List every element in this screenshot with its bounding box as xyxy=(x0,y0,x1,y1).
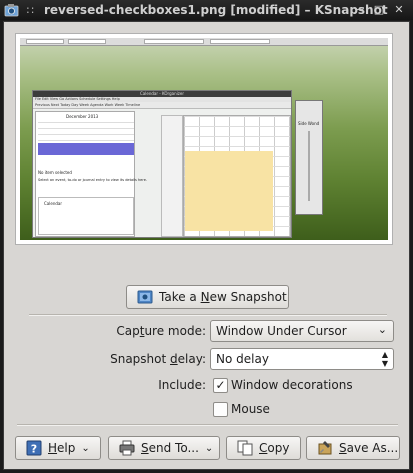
window-titlebar[interactable]: :: reversed-checkboxes1.png [modified] –… xyxy=(0,0,413,20)
window-title: reversed-checkboxes1.png [modified] – KS… xyxy=(44,3,388,17)
chevron-down-icon: ⌄ xyxy=(377,323,387,336)
title-separator: :: xyxy=(26,3,36,16)
save-as-mnemonic: S xyxy=(339,441,347,455)
close-icon[interactable]: ✕ xyxy=(393,4,405,16)
separator-bottom xyxy=(17,424,398,426)
help-button[interactable]: ? Help ⌄ xyxy=(15,436,101,460)
new-snapshot-mnemonic: N xyxy=(200,290,210,304)
window-decorations-label[interactable]: Window decorations xyxy=(231,378,353,392)
svg-text:?: ? xyxy=(31,443,37,456)
spin-arrows-icon[interactable]: ▲ ▼ xyxy=(382,350,388,368)
preview-work-hours xyxy=(185,151,273,231)
capture-mode-value: Window Under Cursor xyxy=(216,324,347,338)
copy-button[interactable]: Copy xyxy=(226,436,301,460)
capture-mode-label: Capture mode: xyxy=(116,324,206,338)
preview-calendar-sidebar: December 2013 No item selected Select an… xyxy=(35,111,147,237)
save-as-label: ave As... xyxy=(346,441,399,455)
preview-calendar-toolbar: Previous Next Today Day Week Agenda Work… xyxy=(33,102,291,109)
preview-taskbar xyxy=(20,38,388,46)
check-mark-icon: ✓ xyxy=(215,378,226,392)
help-mnemonic: H xyxy=(48,441,58,455)
new-snapshot-label-rest: ew Snapshot xyxy=(209,290,287,304)
chevron-down-icon: ⌄ xyxy=(204,442,214,454)
help-book-icon: ? xyxy=(26,440,42,456)
preview-time-column xyxy=(161,115,183,237)
ksnapshot-window: Calendar - KOrganizer File Edit View Go … xyxy=(3,21,410,470)
send-mnemonic: S xyxy=(141,441,149,455)
new-snapshot-button[interactable]: Take a New Snapshot xyxy=(126,285,289,309)
preview-calendar-month: December xyxy=(66,114,87,119)
separator xyxy=(29,314,387,316)
snapshot-preview-frame[interactable]: Calendar - KOrganizer File Edit View Go … xyxy=(15,33,393,245)
preview-calendar-year: 2013 xyxy=(88,114,99,119)
snapshot-preview-image[interactable]: Calendar - KOrganizer File Edit View Go … xyxy=(20,38,388,240)
snapshot-delay-label: Snapshot delay: xyxy=(110,352,206,366)
preview-side-label: Side Wond xyxy=(298,121,320,126)
preview-calendar-window: Calendar - KOrganizer File Edit View Go … xyxy=(32,90,292,238)
ksnapshot-icon xyxy=(4,4,19,17)
chevron-down-icon: ⌄ xyxy=(81,442,90,454)
help-label: elp xyxy=(57,441,76,455)
preview-calendar-item: Calendar xyxy=(44,201,62,206)
send-to-button[interactable]: Send To... ⌄ xyxy=(108,436,220,460)
include-label: Include: xyxy=(158,378,206,392)
camera-icon xyxy=(137,290,153,304)
mouse-label[interactable]: Mouse xyxy=(231,402,270,416)
minimize-icon[interactable]: − xyxy=(354,4,366,16)
copy-label: opy xyxy=(267,441,290,455)
mouse-checkbox[interactable] xyxy=(213,402,228,417)
window-decorations-checkbox[interactable]: ✓ xyxy=(213,378,228,393)
preview-select-hint: Select an event, to-do or journal entry … xyxy=(38,178,147,182)
preview-no-item: No item selected xyxy=(38,170,72,175)
preview-side-window: Side Wond xyxy=(295,100,323,215)
save-icon xyxy=(318,441,332,455)
copy-icon xyxy=(237,440,253,456)
maximize-icon[interactable]: □ xyxy=(373,4,385,16)
send-label: end To... xyxy=(148,441,199,455)
save-as-button[interactable]: Save As... xyxy=(306,436,400,460)
capture-mode-select[interactable]: Window Under Cursor ⌄ xyxy=(210,320,394,342)
snapshot-delay-value: No delay xyxy=(216,352,269,366)
snapshot-delay-spinbox[interactable]: No delay ▲ ▼ xyxy=(210,348,394,370)
new-snapshot-label: Take a xyxy=(159,290,201,304)
printer-icon xyxy=(119,440,135,456)
